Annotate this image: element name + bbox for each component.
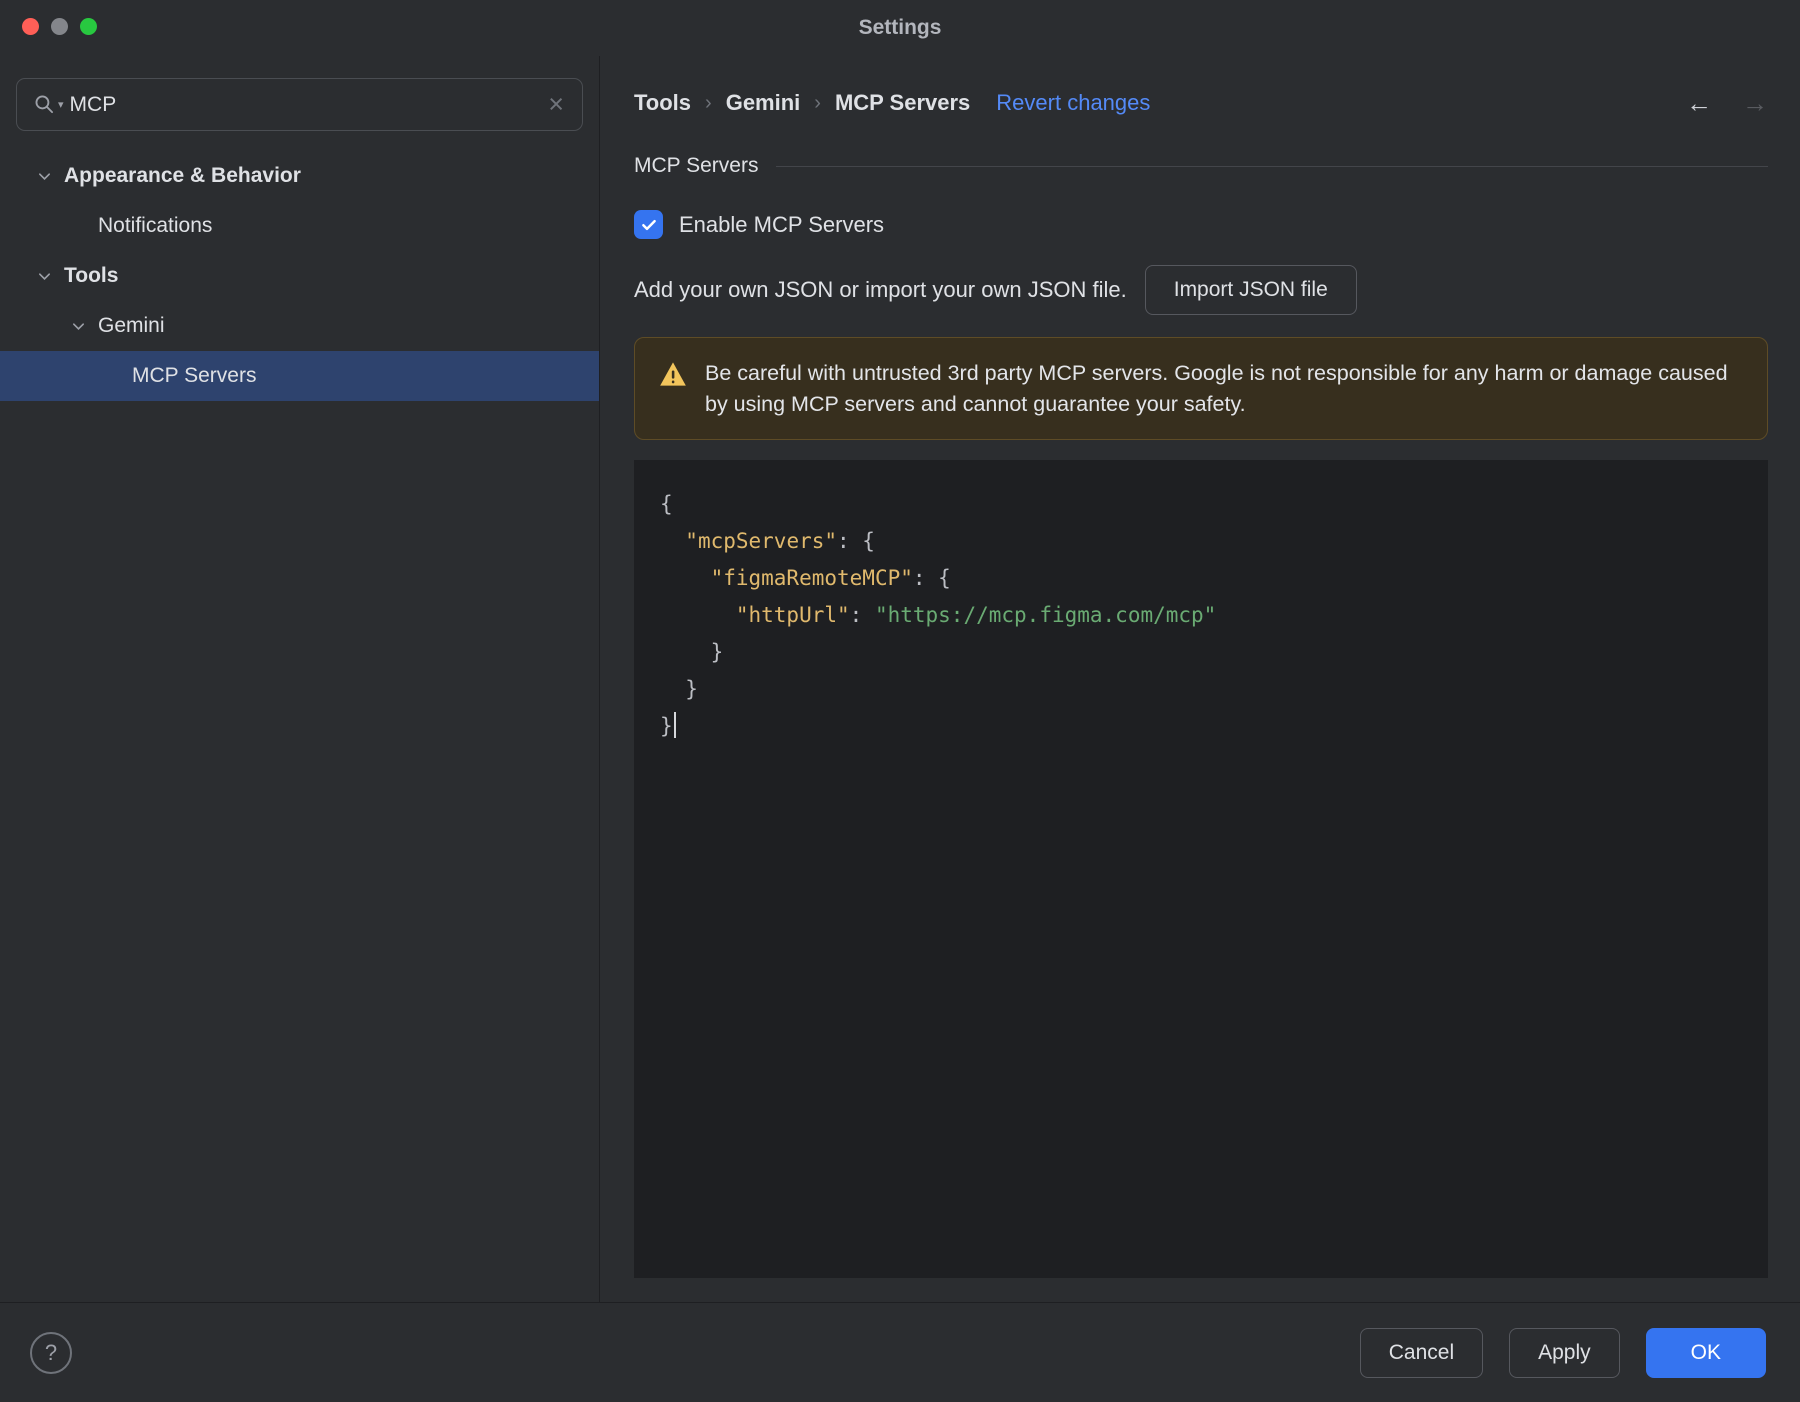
- minimize-button[interactable]: [51, 18, 68, 35]
- history-nav: ← →: [1686, 88, 1768, 119]
- clear-search-icon[interactable]: ×: [546, 91, 566, 118]
- breadcrumb-tools[interactable]: Tools: [634, 90, 691, 116]
- enable-mcp-checkbox[interactable]: [634, 210, 663, 239]
- zoom-button[interactable]: [80, 18, 97, 35]
- revert-changes-link[interactable]: Revert changes: [996, 90, 1150, 116]
- breadcrumb-separator-icon: ›: [705, 91, 712, 114]
- search-options-chevron-icon: ▾: [58, 99, 64, 111]
- cancel-button[interactable]: Cancel: [1359, 1327, 1484, 1378]
- warning-banner: Be careful with untrusted 3rd party MCP …: [634, 337, 1768, 441]
- json-editor-content[interactable]: { "mcpServers": { "figmaRemoteMCP": { "h…: [634, 460, 1768, 765]
- section-title: MCP Servers: [634, 154, 759, 177]
- json-editor[interactable]: { "mcpServers": { "figmaRemoteMCP": { "h…: [634, 460, 1768, 1278]
- chevron-down-icon[interactable]: [70, 318, 86, 334]
- settings-window: Settings ▾ × Appea: [0, 0, 1800, 1402]
- sidebar-item-label: Appearance & Behavior: [64, 164, 301, 187]
- sidebar-item-notifications[interactable]: Notifications: [0, 201, 599, 251]
- settings-tree: Appearance & Behavior Notifications Tool…: [0, 151, 599, 401]
- settings-sidebar: ▾ × Appearance & Behavior Notifications: [0, 56, 600, 1302]
- traffic-lights: [22, 18, 97, 35]
- settings-main-panel: Tools › Gemini › MCP Servers Revert chan…: [600, 56, 1800, 1302]
- sidebar-item-tools[interactable]: Tools: [0, 251, 599, 301]
- sidebar-item-label: Notifications: [98, 214, 213, 237]
- back-arrow-icon[interactable]: ←: [1686, 88, 1712, 119]
- enable-mcp-row[interactable]: Enable MCP Servers: [634, 210, 884, 239]
- sidebar-item-gemini[interactable]: Gemini: [0, 301, 599, 351]
- chevron-down-icon[interactable]: [36, 168, 52, 184]
- warning-text: Be careful with untrusted 3rd party MCP …: [705, 361, 1728, 416]
- window-title: Settings: [858, 16, 942, 39]
- breadcrumb-gemini[interactable]: Gemini: [726, 90, 801, 116]
- import-row: Add your own JSON or import your own JSO…: [634, 265, 1768, 315]
- close-button[interactable]: [22, 18, 39, 35]
- sidebar-item-mcp-servers[interactable]: MCP Servers: [0, 351, 599, 401]
- titlebar: Settings: [0, 0, 1800, 56]
- warning-icon: [659, 361, 687, 392]
- sidebar-item-label: Gemini: [98, 314, 165, 337]
- breadcrumb-separator-icon: ›: [814, 91, 821, 114]
- window-body: ▾ × Appearance & Behavior Notifications: [0, 56, 1800, 1302]
- import-json-file-button[interactable]: Import JSON file: [1144, 265, 1357, 315]
- apply-button[interactable]: Apply: [1509, 1327, 1620, 1378]
- import-json-text: Add your own JSON or import your own JSO…: [634, 277, 1127, 302]
- help-button[interactable]: ?: [30, 1331, 72, 1374]
- enable-mcp-label: Enable MCP Servers: [679, 211, 885, 237]
- footer-bar: ? Cancel Apply OK: [0, 1302, 1800, 1402]
- search-box[interactable]: ▾ ×: [16, 78, 583, 131]
- sidebar-item-label: Tools: [64, 264, 119, 287]
- sidebar-item-label: MCP Servers: [132, 364, 257, 387]
- search-icon: ▾: [33, 93, 64, 116]
- chevron-down-icon[interactable]: [36, 268, 52, 284]
- breadcrumb: Tools › Gemini › MCP Servers Revert chan…: [634, 86, 1768, 120]
- footer-buttons: Cancel Apply OK: [1359, 1327, 1766, 1378]
- sidebar-item-appearance-behavior[interactable]: Appearance & Behavior: [0, 151, 599, 201]
- search-input[interactable]: [69, 92, 541, 117]
- section-divider: [776, 165, 1768, 167]
- ok-button[interactable]: OK: [1645, 1327, 1766, 1378]
- forward-arrow-icon[interactable]: →: [1742, 88, 1768, 119]
- breadcrumb-mcp-servers: MCP Servers: [834, 90, 971, 115]
- section-header: MCP Servers: [634, 152, 1768, 180]
